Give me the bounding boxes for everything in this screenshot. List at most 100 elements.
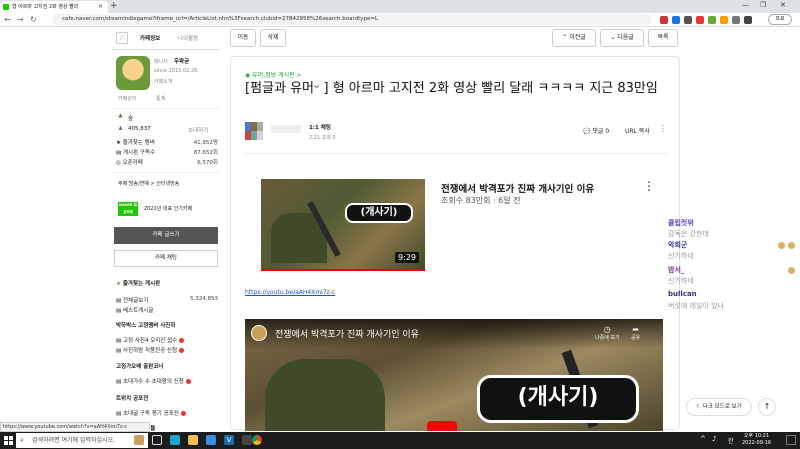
windows-start-icon[interactable] — [4, 436, 13, 445]
tab-cafe-info[interactable]: 카페정보 — [140, 34, 160, 42]
back-icon[interactable]: ← — [4, 15, 11, 24]
share-icon: ➦ — [632, 325, 639, 334]
divider — [112, 108, 220, 109]
board-breadcrumb[interactable]: ◉ 유머,정보 게시판 > — [245, 70, 302, 79]
dark-mode-button[interactable]: ☾ 다크 모드로 보기 — [686, 398, 752, 416]
video-title[interactable]: 전쟁에서 박격포가 진짜 개사기인 이유 — [441, 181, 594, 195]
ime-language[interactable]: 한 — [728, 436, 734, 445]
chat-username: 밤서_ — [668, 266, 685, 274]
list-button[interactable]: 목록 — [648, 29, 678, 47]
taskbar: ⌕ 검색하려면 여기에 입력하십시오. V ^ ♪ 한 오후 10:21 202… — [0, 432, 800, 449]
author-name-blur — [271, 125, 301, 133]
notification-icon[interactable] — [786, 435, 796, 445]
manager-label: 매니저 — [154, 59, 168, 65]
minimize-icon[interactable]: — — [742, 1, 749, 9]
board-section: 트위치 공포전 — [116, 396, 149, 402]
file-explorer-icon[interactable] — [188, 435, 198, 445]
cafe-logo — [116, 56, 150, 90]
app-icon[interactable] — [242, 435, 252, 445]
extension-icon[interactable] — [660, 16, 668, 24]
chat-link[interactable]: 1:1 채팅 — [309, 123, 331, 131]
youtube-link[interactable]: https://youtu.be/aAH4Xmi7z-c — [245, 289, 335, 296]
award-text: 2021년 대표 인기카페 — [144, 206, 193, 212]
close-tab-icon[interactable]: ✕ — [98, 1, 103, 13]
extension-icon[interactable] — [720, 16, 728, 24]
vscode-icon[interactable]: V — [224, 435, 234, 445]
edge-icon[interactable] — [170, 435, 180, 445]
forward-icon[interactable]: → — [17, 15, 24, 24]
comments-link[interactable]: 💬 댓글 0 — [583, 126, 609, 135]
profile-button[interactable]: 프로 — [768, 14, 792, 25]
cafe-manage-link[interactable]: 카페관리 — [118, 95, 136, 102]
move-button[interactable]: 이동 — [230, 29, 256, 47]
fav-member-row: ★ 즐겨찾는 멤버 41,952명 — [116, 140, 218, 146]
stats-link[interactable]: 통계 — [156, 95, 165, 102]
player-title[interactable]: 전쟁에서 박격포가 진짜 개사기인 이유 — [275, 327, 419, 340]
new-badge — [180, 411, 186, 416]
more-options-icon[interactable]: ⋮ — [659, 124, 667, 133]
tray-chevron-icon[interactable]: ^ — [700, 435, 706, 443]
status-url: https://www.youtube.com/watch?v=aAH4Xmi7… — [0, 422, 150, 432]
star-icon[interactable]: ☆ — [116, 32, 128, 44]
url-field[interactable]: cafe.naver.com/steamindiegame?iframe_url… — [52, 14, 652, 25]
chrome-icon[interactable] — [252, 435, 262, 445]
watch-later-button[interactable]: ◷ 나중에 보기 — [595, 325, 620, 341]
speaker-icon[interactable]: ♪ — [712, 435, 716, 443]
url-copy-button[interactable]: URL 복사 — [625, 126, 650, 135]
new-badge — [185, 379, 191, 384]
task-view-icon[interactable] — [152, 435, 162, 445]
channel-avatar[interactable] — [251, 325, 267, 341]
extension-icon[interactable] — [696, 16, 704, 24]
tab-bar: 형 아르마 고지전 2화 영상 빨리 ✕ + — ❐ ✕ — [0, 0, 800, 13]
board-link[interactable]: ▤ 초대가수 수 초대왕의 신청 — [116, 377, 218, 385]
new-badge — [178, 348, 184, 353]
video-thumbnail[interactable]: (개사기) 9:29 — [261, 179, 425, 271]
scroll-top-button[interactable]: ↑ — [758, 398, 776, 416]
more-options-icon[interactable]: ⋮ — [643, 179, 655, 193]
board-link[interactable]: ▤ 사진하람 작품전공 신청 — [116, 346, 218, 354]
cafe-favicon-icon — [3, 4, 9, 10]
next-post-button[interactable]: ⌄ 다음글 — [600, 29, 644, 47]
cafe-intro-link[interactable]: 카페소개 — [154, 78, 172, 85]
browser-tab[interactable]: 형 아르마 고지전 2화 영상 빨리 ✕ — [0, 1, 108, 13]
board-icon: ▤ — [116, 308, 123, 314]
board-link[interactable]: ▤ 초대굴 구독 챙기 공포전 — [116, 409, 218, 417]
manager-name[interactable]: 우왁굳 — [174, 57, 189, 65]
author-avatar[interactable] — [245, 122, 265, 140]
new-tab-icon[interactable]: + — [110, 0, 118, 12]
play-button[interactable] — [427, 421, 457, 431]
board-link[interactable]: ▤ 고정 사진4 오리진 접수 — [116, 336, 218, 344]
comment-icon: 💬 — [583, 128, 593, 135]
star-icon: ★ — [116, 140, 123, 146]
store-icon[interactable] — [206, 435, 216, 445]
chat-message: 신기하네 — [668, 277, 694, 285]
puzzle-icon[interactable] — [744, 16, 752, 24]
reload-icon[interactable]: ↻ — [30, 15, 37, 24]
watch-progress — [261, 269, 425, 271]
taskbar-search-input[interactable]: ⌕ 검색하려면 여기에 입력하십시오. — [16, 433, 148, 448]
sidebar-tabs: ☆ 카페정보 나의활동 — [112, 28, 220, 50]
delete-button[interactable]: 삭제 — [260, 29, 286, 47]
tab-my-activity[interactable]: 나의활동 — [178, 34, 198, 42]
youtube-player[interactable]: 전쟁에서 박격포가 진짜 개사기인 이유 ◷ 나중에 보기 ➦ 공유 (개사기) — [245, 319, 663, 431]
chat-message: 신기하네 — [668, 252, 694, 260]
maximize-icon[interactable]: ❐ — [760, 1, 766, 9]
share-button[interactable]: ➦ 공유 — [631, 325, 640, 341]
cafe-chat-button[interactable]: 카페 채팅 — [114, 250, 218, 267]
board-link-best[interactable]: ▤ 베스트게시글 — [116, 306, 218, 314]
extension-icon[interactable] — [672, 16, 680, 24]
extension-icon[interactable] — [684, 16, 692, 24]
address-bar: ← → ↻ cafe.naver.com/steamindiegame?ifra… — [0, 13, 800, 27]
write-button[interactable]: 카페 글쓰기 — [114, 227, 218, 244]
chat-username: 악희군 — [668, 241, 688, 249]
board-icon: ▤ — [116, 150, 123, 156]
close-window-icon[interactable]: ✕ — [780, 1, 786, 9]
prev-post-button[interactable]: ⌃ 이전글 — [552, 29, 596, 47]
subscribe-row: ▤ 게시판 구독수 87,652회 — [116, 150, 218, 156]
extension-icon[interactable] — [732, 16, 740, 24]
system-clock[interactable]: 오후 10:21 2022-09-16 — [742, 433, 771, 447]
invite-link[interactable]: 초대하기 — [188, 126, 208, 134]
extension-icon[interactable] — [708, 16, 716, 24]
cortana-icon[interactable] — [134, 435, 144, 445]
board-link-all[interactable]: ▤ 전체글보기 5,324,853 — [116, 296, 218, 304]
